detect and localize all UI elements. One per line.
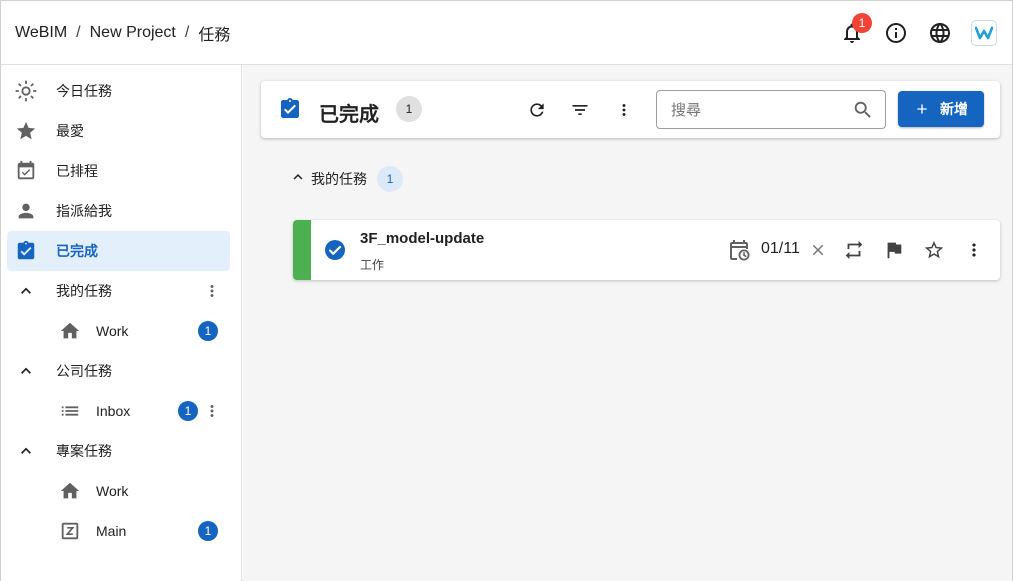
- webim-logo: [971, 20, 997, 46]
- webim-logo-icon: [975, 26, 993, 40]
- sun-icon: [14, 79, 38, 103]
- search-icon[interactable]: [852, 99, 874, 126]
- page-title: 已完成: [319, 104, 379, 126]
- sidebar-item-label: 已完成: [56, 243, 98, 259]
- task-status-stripe: [293, 220, 311, 280]
- filter-icon: [572, 105, 588, 115]
- breadcrumb-separator: /: [184, 23, 190, 41]
- breadcrumb-separator: /: [76, 23, 81, 41]
- sidebar-item-today[interactable]: 今日任務: [7, 71, 230, 111]
- info-icon: [886, 23, 906, 43]
- more-vert-icon: [972, 243, 976, 257]
- list-header-card: 已完成 1 新增: [261, 81, 1000, 138]
- add-task-label: 新增: [940, 101, 968, 117]
- sidebar-item-label: 已排程: [56, 163, 98, 179]
- task-title: 3F_model-update: [360, 230, 485, 247]
- notifications-button[interactable]: 1: [832, 13, 872, 53]
- task-item[interactable]: 3F_model-update 工作 01/11: [293, 220, 1000, 280]
- refresh-icon: [530, 103, 544, 117]
- sidebar-list-inbox[interactable]: Inbox 1: [7, 391, 230, 431]
- list-more-button[interactable]: [200, 399, 224, 423]
- sidebar-item-assigned-to-me[interactable]: 指派給我: [7, 191, 230, 231]
- sidebar-group-label: 專案任務: [56, 443, 112, 459]
- person-icon: [14, 199, 38, 223]
- task-list-name: 工作: [360, 258, 385, 272]
- search-field: [656, 90, 886, 129]
- due-date-icon[interactable]: [727, 238, 751, 262]
- task-more-button[interactable]: [962, 238, 986, 262]
- clear-date-button[interactable]: [806, 238, 830, 262]
- sidebar-item-label: 指派給我: [56, 203, 112, 219]
- info-button[interactable]: [876, 13, 916, 53]
- task-count-badge: 1: [396, 96, 422, 122]
- sidebar-list-project-work[interactable]: Work: [7, 471, 230, 511]
- count-badge: 1: [198, 521, 218, 541]
- plus-icon: [914, 101, 930, 117]
- header-more-button[interactable]: [611, 97, 637, 123]
- notification-count-badge: 1: [852, 13, 872, 33]
- globe-icon: [930, 23, 950, 43]
- task-due-date: 01/11: [761, 240, 800, 257]
- home-icon: [58, 479, 82, 503]
- star-outline-icon: [924, 240, 944, 259]
- sidebar-item-label: 最愛: [56, 123, 84, 139]
- chevron-up-icon: [14, 359, 38, 383]
- z-box-icon: [58, 519, 82, 543]
- clipboard-check-icon: [14, 239, 38, 263]
- flag-button[interactable]: [882, 238, 906, 262]
- breadcrumb-page: 任務: [198, 26, 231, 44]
- close-icon: [812, 244, 824, 256]
- sidebar-group-label: 我的任務: [56, 283, 112, 299]
- clipboard-check-icon: [278, 97, 302, 126]
- add-task-button[interactable]: 新增: [898, 91, 984, 127]
- chevron-up-icon: [289, 168, 307, 191]
- sidebar-group-label: 公司任務: [56, 363, 112, 379]
- sidebar-group-company-tasks[interactable]: 公司任務: [7, 351, 230, 391]
- breadcrumb: WeBIM / New Project / 任務: [1, 21, 230, 45]
- completed-check-icon[interactable]: [323, 238, 347, 267]
- language-button[interactable]: [920, 13, 960, 53]
- repeat-icon: [845, 240, 863, 260]
- task-group-label: 我的任務: [311, 171, 367, 187]
- task-group-count-badge: 1: [377, 166, 403, 192]
- home-icon: [58, 319, 82, 343]
- task-group-header[interactable]: 我的任務 1: [289, 165, 403, 193]
- chevron-up-icon: [14, 279, 38, 303]
- refresh-button[interactable]: [524, 97, 550, 123]
- repeat-button[interactable]: [842, 238, 866, 262]
- breadcrumb-app[interactable]: WeBIM: [15, 24, 67, 42]
- more-vert-icon: [210, 405, 214, 417]
- calendar-check-icon: [14, 159, 38, 183]
- sidebar-item-scheduled[interactable]: 已排程: [7, 151, 230, 191]
- top-bar: WeBIM / New Project / 任務 1: [1, 1, 1012, 65]
- sidebar-list-label: Main: [96, 523, 127, 539]
- sidebar-group-my-tasks[interactable]: 我的任務: [7, 271, 230, 311]
- sidebar-list-main[interactable]: Main 1: [7, 511, 230, 551]
- sidebar-item-label: 今日任務: [56, 83, 112, 99]
- favorite-button[interactable]: [922, 238, 946, 262]
- chevron-up-icon: [14, 439, 38, 463]
- sidebar-item-favorites[interactable]: 最愛: [7, 111, 230, 151]
- main-content: 已完成 1 新增 我的任務 1: [243, 65, 1012, 581]
- sidebar: 今日任務 最愛 已排程 指派給我 已完成 我的任務 Work 1 公司任務 In…: [1, 65, 242, 581]
- sidebar-list-label: Inbox: [96, 403, 131, 419]
- breadcrumb-project[interactable]: New Project: [90, 24, 176, 42]
- star-icon: [14, 119, 38, 143]
- sidebar-item-completed[interactable]: 已完成: [7, 231, 230, 271]
- count-badge: 1: [198, 321, 218, 341]
- sidebar-list-label: Work: [96, 323, 129, 339]
- more-vert-icon: [622, 104, 626, 116]
- filter-button[interactable]: [567, 97, 593, 123]
- sidebar-list-work[interactable]: Work 1: [7, 311, 230, 351]
- more-vert-icon: [210, 285, 214, 297]
- count-badge: 1: [178, 401, 198, 421]
- account-button[interactable]: [964, 13, 1004, 53]
- group-more-button[interactable]: [200, 279, 224, 303]
- flag-icon: [887, 242, 902, 259]
- search-input[interactable]: [671, 99, 841, 121]
- list-icon: [58, 399, 82, 423]
- sidebar-list-label: Work: [96, 483, 129, 499]
- sidebar-group-project-tasks[interactable]: 專案任務: [7, 431, 230, 471]
